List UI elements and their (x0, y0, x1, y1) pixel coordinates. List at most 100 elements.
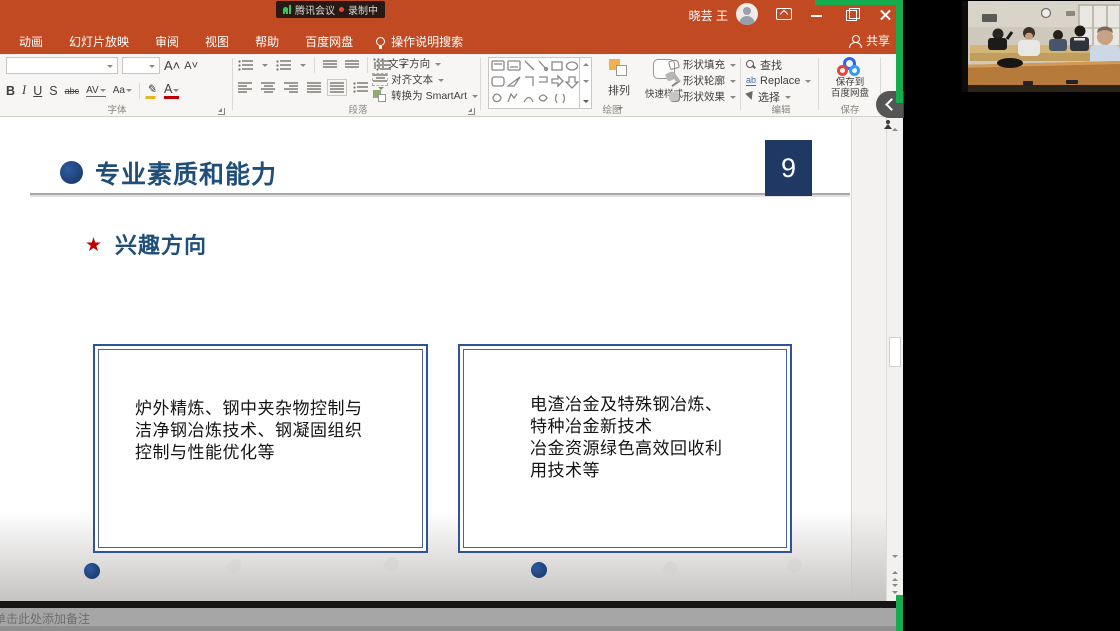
strikethrough-button[interactable]: abc (65, 86, 80, 96)
paragraph-dialog-launcher-icon[interactable] (468, 108, 475, 115)
paint-bucket-icon (668, 59, 680, 70)
notes-placeholder[interactable]: 单击此处添加备注 (0, 610, 90, 627)
font-group-label: 字体 (6, 102, 228, 116)
align-text-icon (373, 74, 387, 85)
font-name-combo[interactable] (6, 57, 118, 74)
recording-dot-icon (339, 7, 344, 12)
share-label: 共享 (866, 32, 890, 49)
drawing-group: 排列 快速样式 形状填充 形状轮廓 形状效果 绘图 (486, 57, 738, 117)
align-center-button[interactable] (261, 82, 275, 93)
annotation-figure-icon (884, 120, 892, 129)
avatar[interactable] (736, 3, 758, 25)
gallery-down-icon[interactable] (583, 80, 589, 86)
right-box-line: 用技术等 (530, 460, 723, 482)
tab-help[interactable]: 帮助 (242, 33, 292, 50)
paragraph-group-label: 段落 (238, 102, 478, 116)
shape-fill-button[interactable]: 形状填充 (669, 58, 736, 71)
tab-slideshow[interactable]: 幻灯片放映 (56, 33, 142, 50)
scrollbar-thumb[interactable] (889, 337, 901, 367)
ribbon-tabs: 动画 幻灯片放映 审阅 视图 帮助 百度网盘 操作说明搜索 (0, 29, 904, 54)
decrease-indent-button[interactable] (323, 60, 337, 71)
right-box-line: 特种冶金新技术 (530, 416, 723, 438)
share-border-top (815, 0, 903, 5)
title-underline (30, 193, 850, 195)
save-group-label: 保存 (822, 102, 878, 116)
left-content-box[interactable]: 炉外精炼、钢中夹杂物控制与 洁净钢冶炼技术、钢凝固组织 控制与性能优化等 (93, 344, 428, 553)
italic-button[interactable]: I (22, 83, 26, 98)
tencent-meeting-overlay[interactable]: 腾讯会议 录制中 (276, 1, 385, 18)
left-box-line: 炉外精炼、钢中夹杂物控制与 (135, 398, 363, 420)
mic-status-icon (283, 7, 288, 12)
replace-button[interactable]: ab Replace (746, 74, 811, 87)
decor-dot-blue (84, 563, 100, 579)
underline-button[interactable]: U (33, 84, 42, 98)
meeting-room-video (962, 1, 1120, 92)
title-bar: 腾讯会议 录制中 晓芸 王 (0, 0, 904, 29)
shrink-font-button[interactable]: A˅ (184, 60, 198, 72)
arrange-icon (609, 59, 629, 77)
tab-baidu-netdisk[interactable]: 百度网盘 (292, 33, 366, 50)
left-box-line: 控制与性能优化等 (135, 442, 363, 464)
text-direction-button[interactable]: 文字方向 (373, 57, 478, 70)
effects-icon (669, 92, 679, 101)
powerpoint-window: 腾讯会议 录制中 晓芸 王 动画 幻灯片放映 审阅 视图 帮助 百度网盘 操作说… (0, 0, 904, 631)
slide-title[interactable]: 专业素质和能力 (95, 155, 277, 191)
find-button[interactable]: 查找 (746, 58, 811, 71)
right-content-box[interactable]: 电渣冶金及特殊钢冶炼、 特种冶金新技术 冶金资源绿色高效回收利 用技术等 (458, 344, 792, 553)
grow-font-button[interactable]: A˄ (164, 58, 180, 73)
previous-slide-button[interactable] (889, 567, 901, 581)
font-size-combo[interactable] (122, 57, 160, 74)
distribute-button[interactable] (330, 82, 344, 93)
editing-group: 查找 ab Replace 选择 编辑 (746, 57, 816, 117)
lightbulb-icon (376, 37, 385, 46)
drawing-group-label: 绘图 (486, 102, 738, 116)
tell-me-search[interactable]: 操作说明搜索 (376, 33, 463, 50)
bold-button[interactable]: B (6, 84, 15, 98)
shape-outline-button[interactable]: 形状轮廓 (669, 74, 736, 87)
share-button[interactable]: 共享 (849, 32, 890, 49)
tab-view[interactable]: 视图 (192, 33, 242, 50)
align-right-button[interactable] (284, 82, 298, 93)
bullets-button[interactable] (238, 60, 253, 71)
star-bullet-icon: ★ (85, 234, 102, 257)
text-shadow-button[interactable]: S (49, 84, 57, 98)
notes-divider (0, 601, 903, 608)
account-name[interactable]: 晓芸 王 (689, 7, 728, 24)
person-icon (849, 35, 861, 47)
page-number-box: 9 (765, 140, 812, 196)
vertical-scrollbar[interactable] (886, 117, 903, 601)
paragraph-group: 文字方向 对齐文本 转换为 SmartArt 段落 (238, 57, 478, 117)
font-color-button[interactable]: A (164, 82, 179, 99)
shapes-gallery-scroll[interactable] (579, 58, 591, 108)
slide-subtitle[interactable]: 兴趣方向 (115, 228, 207, 260)
meeting-app-label: 腾讯会议 (295, 2, 335, 17)
highlight-color-button[interactable]: ✎ (145, 82, 159, 99)
share-border-right-bottom (896, 595, 903, 631)
tab-animation[interactable]: 动画 (6, 33, 56, 50)
gallery-up-icon[interactable] (583, 60, 589, 66)
save-to-netdisk-button[interactable]: 保存到百度网盘 (822, 57, 878, 99)
columns-button[interactable] (353, 82, 368, 93)
character-spacing-button[interactable]: AV (86, 85, 106, 97)
justify-button[interactable] (307, 82, 321, 93)
save-group: 保存到百度网盘 保存 (822, 57, 878, 117)
ribbon-display-options-icon[interactable] (776, 8, 792, 20)
recording-label: 录制中 (348, 2, 378, 17)
change-case-button[interactable]: Aa (113, 85, 132, 96)
convert-smartart-button[interactable]: 转换为 SmartArt (373, 89, 478, 102)
numbering-button[interactable] (276, 60, 291, 71)
share-border-right-top (896, 0, 903, 103)
increase-indent-button[interactable] (345, 60, 359, 71)
tab-review[interactable]: 审阅 (142, 33, 192, 50)
align-text-button[interactable]: 对齐文本 (373, 73, 478, 86)
align-left-button[interactable] (238, 82, 252, 93)
right-box-line: 电渣冶金及特殊钢冶炼、 (530, 394, 723, 416)
notes-pane[interactable]: 单击此处添加备注 (0, 601, 903, 631)
slide-canvas[interactable]: 专业素质和能力 9 ★ 兴趣方向 炉外精炼、钢中夹杂物控制与 洁净钢冶炼技术、钢… (0, 117, 886, 601)
webcam-video-thumbnail[interactable] (962, 1, 1120, 92)
status-bar (0, 626, 903, 631)
shape-icons (489, 58, 579, 108)
scroll-down-button[interactable] (889, 551, 901, 565)
desktop-background (903, 0, 1120, 631)
font-dialog-launcher-icon[interactable] (218, 108, 225, 115)
